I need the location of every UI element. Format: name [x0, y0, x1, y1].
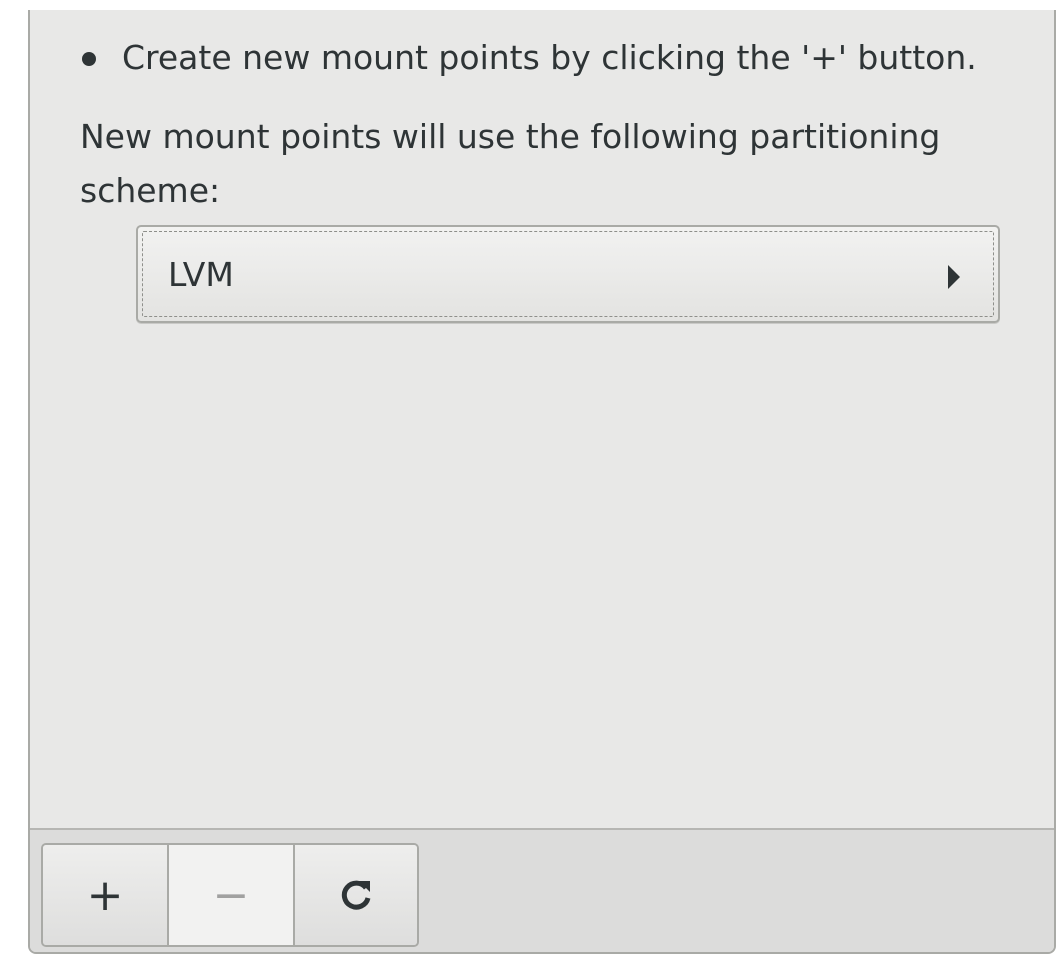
triangle-right-icon: [948, 265, 960, 289]
bullet-icon: [82, 51, 96, 66]
partitioning-scheme-combo[interactable]: LVM: [136, 225, 1000, 323]
remove-mount-point-button[interactable]: −: [169, 845, 295, 945]
toolbar-button-group: + −: [41, 843, 419, 947]
mount-point-toolbar: + −: [30, 828, 1054, 952]
combo-selected-value: LVM: [168, 255, 234, 294]
refresh-button[interactable]: [295, 845, 417, 945]
minus-icon: −: [212, 869, 250, 921]
plus-icon: +: [86, 869, 124, 921]
mount-points-panel: Create new mount points by clicking the …: [28, 10, 1056, 954]
hint-bullet-item: Create new mount points by clicking the …: [82, 38, 977, 77]
scheme-description: New mount points will use the following …: [80, 117, 941, 210]
focus-ring: [142, 231, 994, 317]
add-mount-point-button[interactable]: +: [43, 845, 169, 945]
refresh-icon: [341, 880, 371, 910]
hint-text: Create new mount points by clicking the …: [122, 38, 977, 77]
